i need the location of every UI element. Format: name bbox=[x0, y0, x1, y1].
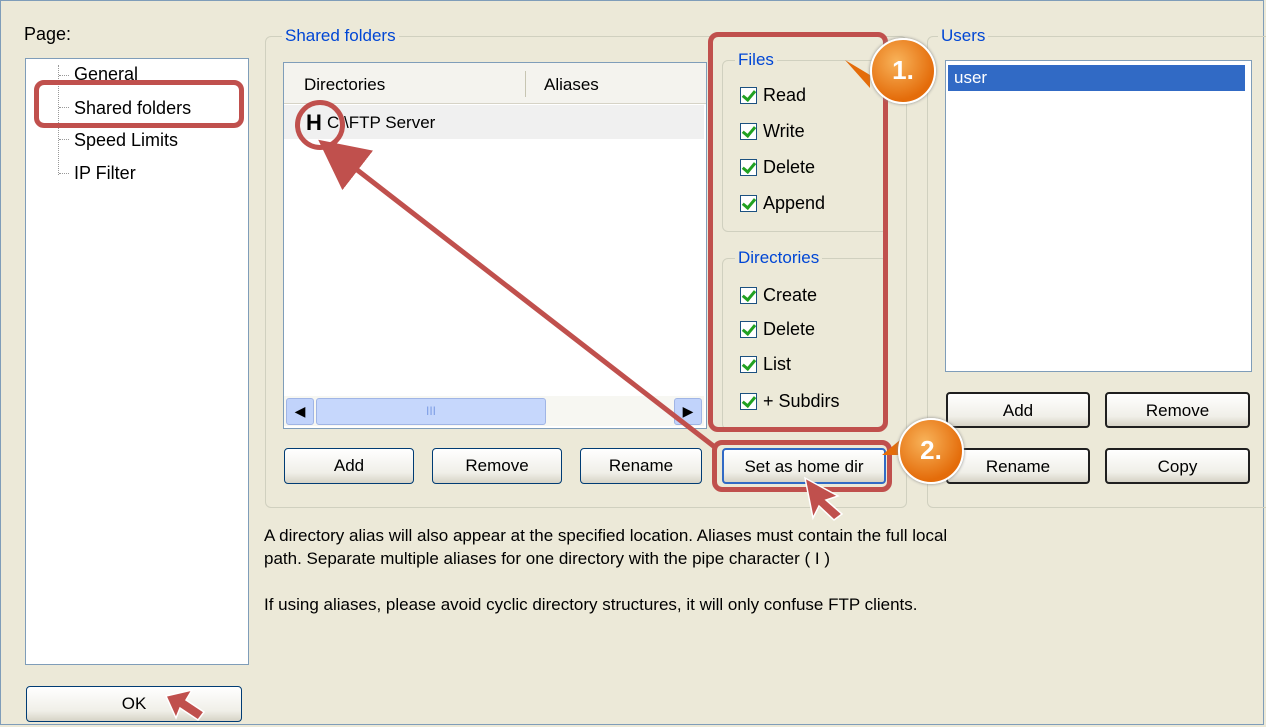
arrow-to-home-marker bbox=[318, 139, 718, 450]
cursor-arrow-icon bbox=[803, 476, 844, 521]
badge1-pointer bbox=[845, 60, 870, 88]
cursor-arrow-icon bbox=[164, 688, 206, 722]
step-2-badge: 2. bbox=[898, 418, 964, 484]
annotation-arrows bbox=[164, 60, 905, 722]
step-1-badge: 1. bbox=[870, 38, 936, 104]
